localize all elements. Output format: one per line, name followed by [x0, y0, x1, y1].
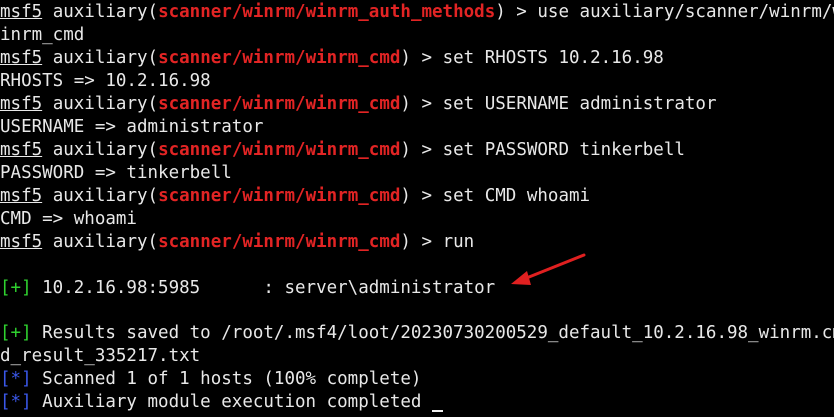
terminal-output[interactable]: msf5 auxiliary(scanner/winrm/winrm_auth_…	[0, 0, 834, 417]
red-arrow-icon	[511, 253, 586, 285]
